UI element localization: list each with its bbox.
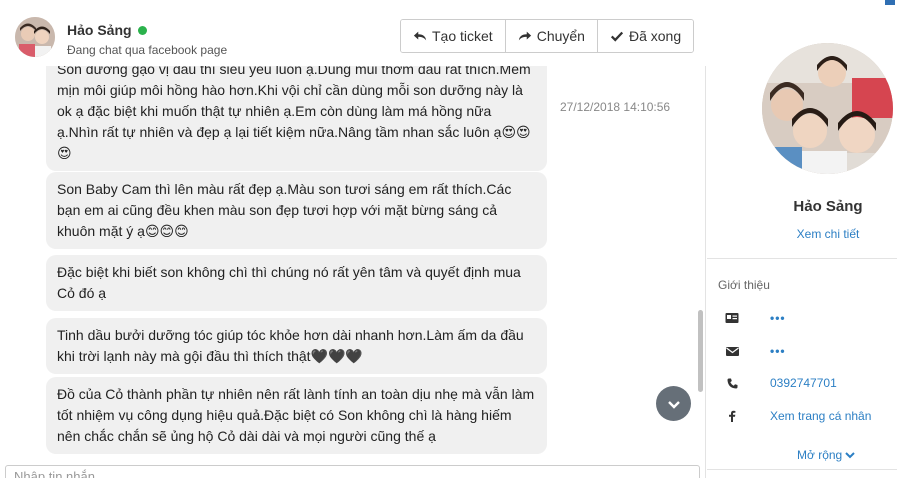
message-input-placeholder: Nhập tin nhắn... — [14, 469, 106, 478]
facebook-icon — [725, 409, 739, 423]
transfer-label: Chuyển — [536, 28, 585, 44]
view-details-link[interactable]: Xem chi tiết — [707, 227, 897, 241]
message-bubble: Đồ của Cỏ thành phần tự nhiên nên rất là… — [46, 377, 547, 454]
id-card-icon — [725, 311, 739, 325]
info-row-facebook: Xem trang cá nhân — [725, 407, 871, 425]
done-label: Đã xong — [628, 28, 682, 44]
chevron-down-icon — [845, 452, 855, 459]
divider — [707, 469, 897, 470]
message-timestamp: 27/12/2018 14:10:56 — [560, 100, 671, 114]
message-bubble: Đặc biệt khi biết son không chì thì chún… — [46, 255, 547, 311]
reply-icon — [413, 31, 427, 41]
divider — [707, 258, 897, 259]
profile-name: Hảo Sảng — [793, 198, 863, 215]
message-bubble: Son dưỡng gạo vị dâu thì siêu yêu luôn ạ… — [46, 66, 547, 171]
message-scrollbar[interactable] — [698, 310, 703, 392]
share-icon — [518, 31, 531, 41]
scroll-to-bottom-button[interactable] — [656, 386, 691, 421]
info-row-email: ••• — [725, 342, 785, 360]
expand-label: Mở rộng — [797, 448, 843, 462]
info-row-id: ••• — [725, 309, 785, 327]
message-bubble: Tinh dầu bưởi dưỡng tóc giúp tóc khỏe hơ… — [46, 318, 547, 374]
chevron-down-icon — [667, 400, 680, 409]
id-value[interactable]: ••• — [770, 311, 786, 325]
message-bubble: Son Baby Cam thì lên màu rất đẹp ạ.Màu s… — [46, 172, 547, 249]
transfer-button[interactable]: Chuyển — [505, 20, 598, 52]
expand-button[interactable]: Mở rộng — [797, 448, 855, 462]
create-ticket-label: Tạo ticket — [432, 28, 493, 44]
app-root: Hảo Sảng Đang chat qua facebook page Tạo… — [0, 0, 897, 478]
chat-panel: Hảo Sảng Đang chat qua facebook page Tạo… — [0, 0, 706, 478]
check-icon — [610, 31, 624, 42]
message-list[interactable]: Son dưỡng gạo vị dâu thì siêu yêu luôn ạ… — [0, 66, 706, 462]
create-ticket-button[interactable]: Tạo ticket — [401, 20, 506, 52]
about-section-title: Giới thiệu — [718, 278, 770, 292]
contact-channel: Đang chat qua facebook page — [67, 43, 228, 57]
contact-name: Hảo Sảng — [67, 22, 132, 38]
panel-accent — [885, 0, 895, 5]
facebook-profile-link[interactable]: Xem trang cá nhân — [770, 409, 871, 423]
profile-avatar — [762, 43, 893, 174]
contact-name-row: Hảo Sảng — [67, 22, 147, 38]
contact-avatar[interactable] — [15, 17, 55, 57]
chat-header: Hảo Sảng Đang chat qua facebook page Tạo… — [0, 0, 706, 66]
phone-value[interactable]: 0392747701 — [770, 376, 837, 390]
action-button-group: Tạo ticket Chuyển Đã xong — [400, 19, 695, 53]
email-value[interactable]: ••• — [770, 344, 786, 358]
online-status-dot — [137, 25, 147, 35]
phone-icon — [725, 376, 739, 390]
info-row-phone: 0392747701 — [725, 374, 837, 392]
message-input[interactable]: Nhập tin nhắn... — [5, 465, 700, 478]
profile-panel: Hảo Sảng Xem chi tiết Giới thiệu ••• •••… — [707, 0, 897, 478]
done-button[interactable]: Đã xong — [597, 20, 694, 52]
envelope-icon — [725, 344, 739, 358]
